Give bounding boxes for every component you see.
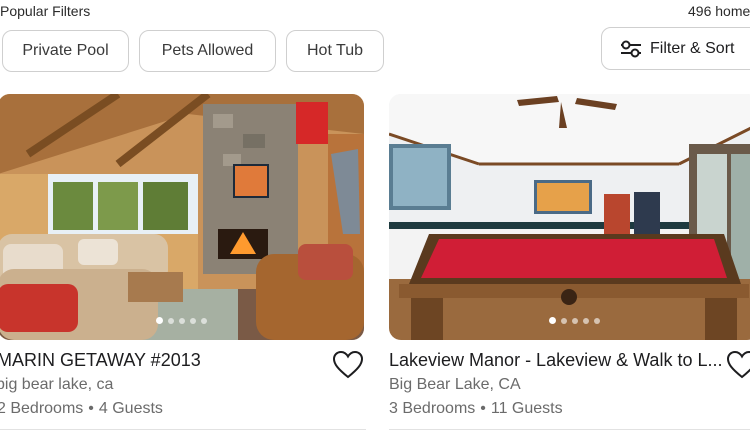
filter-chip-private-pool[interactable]: Private Pool <box>2 30 129 72</box>
game-room-illustration <box>389 94 750 340</box>
listing-title[interactable]: Lakeview Manor - Lakeview & Walk to L... <box>389 350 722 371</box>
carousel-dot[interactable] <box>200 317 207 324</box>
game-room-photo[interactable] <box>389 94 750 340</box>
carousel-dot[interactable] <box>178 317 185 324</box>
listing-title[interactable]: MARIN GETAWAY #2013 <box>0 350 201 371</box>
sliders-icon <box>621 40 641 57</box>
filter-chip-pets-allowed[interactable]: Pets Allowed <box>139 30 276 72</box>
carousel-dot[interactable] <box>167 317 174 324</box>
listing-meta: 2 Bedrooms • 4 Guests <box>0 400 163 418</box>
living-room-photo[interactable] <box>0 94 364 340</box>
carousel-dots[interactable] <box>0 317 364 324</box>
living-room-illustration <box>0 94 364 340</box>
carousel-dot[interactable] <box>571 317 578 324</box>
carousel-dot[interactable] <box>560 317 567 324</box>
bedrooms-count: 3 Bedrooms <box>389 400 476 417</box>
heart-outline-icon[interactable] <box>332 350 364 380</box>
popular-filters-label: Popular Filters <box>0 3 91 19</box>
listing-meta: 3 Bedrooms • 11 Guests <box>389 400 563 418</box>
filter-chip-hot-tub[interactable]: Hot Tub <box>286 30 384 72</box>
listing-location: Big Bear Lake, CA <box>389 376 521 393</box>
listing-location: big bear lake, ca <box>0 376 114 393</box>
filter-sort-button[interactable]: Filter & Sort <box>601 27 750 70</box>
carousel-dot[interactable] <box>189 317 196 324</box>
carousel-dot[interactable] <box>593 317 600 324</box>
meta-separator: • <box>480 400 486 417</box>
heart-outline-icon[interactable] <box>726 350 750 380</box>
carousel-dot[interactable] <box>582 317 589 324</box>
bedrooms-count: 2 Bedrooms <box>0 400 84 417</box>
meta-separator: • <box>88 400 94 417</box>
guests-count: 4 Guests <box>98 400 163 417</box>
filter-sort-label: Filter & Sort <box>650 39 735 57</box>
carousel-dot[interactable] <box>155 317 163 324</box>
carousel-dots[interactable] <box>389 317 750 324</box>
guests-count: 11 Guests <box>490 400 563 417</box>
results-count: 496 homes <box>688 3 750 19</box>
carousel-dot[interactable] <box>548 317 556 324</box>
